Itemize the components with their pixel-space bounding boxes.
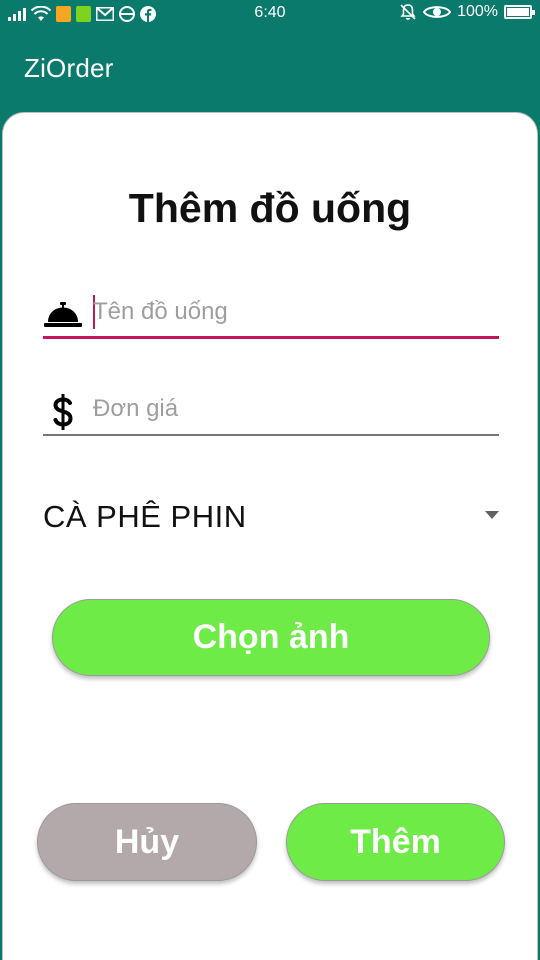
category-dropdown[interactable]: CÀ PHÊ PHIN	[43, 489, 501, 541]
eye-icon	[423, 6, 452, 18]
price-field	[43, 386, 499, 436]
category-selected-value: CÀ PHÊ PHIN	[43, 499, 247, 534]
drink-name-input[interactable]	[93, 293, 499, 331]
add-drink-dialog: Thêm đồ uống CÀ PHÊ PHIN Chọn ảnh Hủy	[2, 112, 538, 960]
bell-muted-icon	[400, 4, 416, 20]
battery-level	[507, 8, 529, 16]
status-bar-right-icons: 100%	[399, 3, 535, 21]
app-bar: ZiOrder	[0, 28, 540, 112]
drink-name-underline	[43, 336, 499, 339]
price-input[interactable]	[93, 390, 499, 428]
choose-image-button[interactable]: Chọn ảnh	[52, 599, 490, 676]
add-button[interactable]: Thêm	[286, 803, 505, 881]
battery-icon	[504, 5, 535, 19]
dialog-title: Thêm đồ uống	[128, 185, 412, 231]
cancel-button[interactable]: Hủy	[37, 803, 257, 881]
price-underline	[43, 434, 499, 436]
dollar-icon	[43, 392, 83, 432]
dropdown-arrow-icon	[485, 511, 499, 519]
drink-name-field	[43, 289, 499, 339]
app-title: ZiOrder	[24, 53, 114, 83]
battery-percentage: 100%	[457, 3, 498, 20]
status-bar: 6:40 100%	[0, 0, 540, 28]
service-bell-icon	[43, 295, 83, 335]
